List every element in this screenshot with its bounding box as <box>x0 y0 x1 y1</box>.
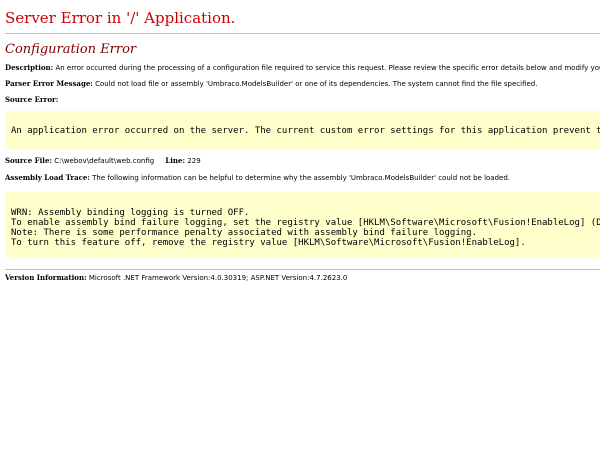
assembly-trace-box: WRN: Assembly binding logging is turned … <box>5 192 600 257</box>
description-text: An error occurred during the processing … <box>55 64 600 72</box>
title-divider <box>5 33 600 34</box>
version-info-label: Version Information: <box>5 273 87 282</box>
source-file-label: Source File: <box>5 156 52 165</box>
source-error-box: An application error occurred on the ser… <box>5 111 600 150</box>
trace-line: To turn this feature off, remove the reg… <box>11 238 526 248</box>
line-value: 229 <box>187 157 201 165</box>
parser-error-label: Parser Error Message: <box>5 79 93 88</box>
source-error-row: Source Error: <box>5 95 600 105</box>
source-error-text: An application error occurred on the ser… <box>11 126 600 136</box>
assembly-trace-text: The following information can be helpful… <box>92 174 511 182</box>
version-info-row: Version Information: Microsoft .NET Fram… <box>5 273 600 283</box>
page-title: Server Error in '/' Application. <box>5 9 236 27</box>
parser-error-text: Could not load file or assembly 'Umbraco… <box>95 80 538 88</box>
description-row: Description: An error occurred during th… <box>5 63 600 73</box>
source-error-label: Source Error: <box>5 95 59 104</box>
error-page: Server Error in '/' Application. Configu… <box>5 0 600 283</box>
assembly-trace-row: Assembly Load Trace: The following infor… <box>5 173 600 183</box>
source-file-row: Source File: C:\webov\default\web.config… <box>5 156 600 166</box>
parser-error-row: Parser Error Message: Could not load fil… <box>5 79 600 89</box>
footer-divider <box>5 269 600 270</box>
source-file-value: C:\webov\default\web.config <box>54 157 155 165</box>
version-info-text: Microsoft .NET Framework Version:4.0.303… <box>88 274 348 282</box>
assembly-trace-label: Assembly Load Trace: <box>5 173 90 182</box>
description-label: Description: <box>5 63 54 72</box>
trace-line: To enable assembly bind failure logging,… <box>11 218 600 228</box>
trace-line: WRN: Assembly binding logging is turned … <box>11 208 250 218</box>
trace-line: Note: There is some performance penalty … <box>11 228 477 238</box>
error-heading: Configuration Error <box>5 42 137 57</box>
line-label: Line: <box>165 156 186 165</box>
